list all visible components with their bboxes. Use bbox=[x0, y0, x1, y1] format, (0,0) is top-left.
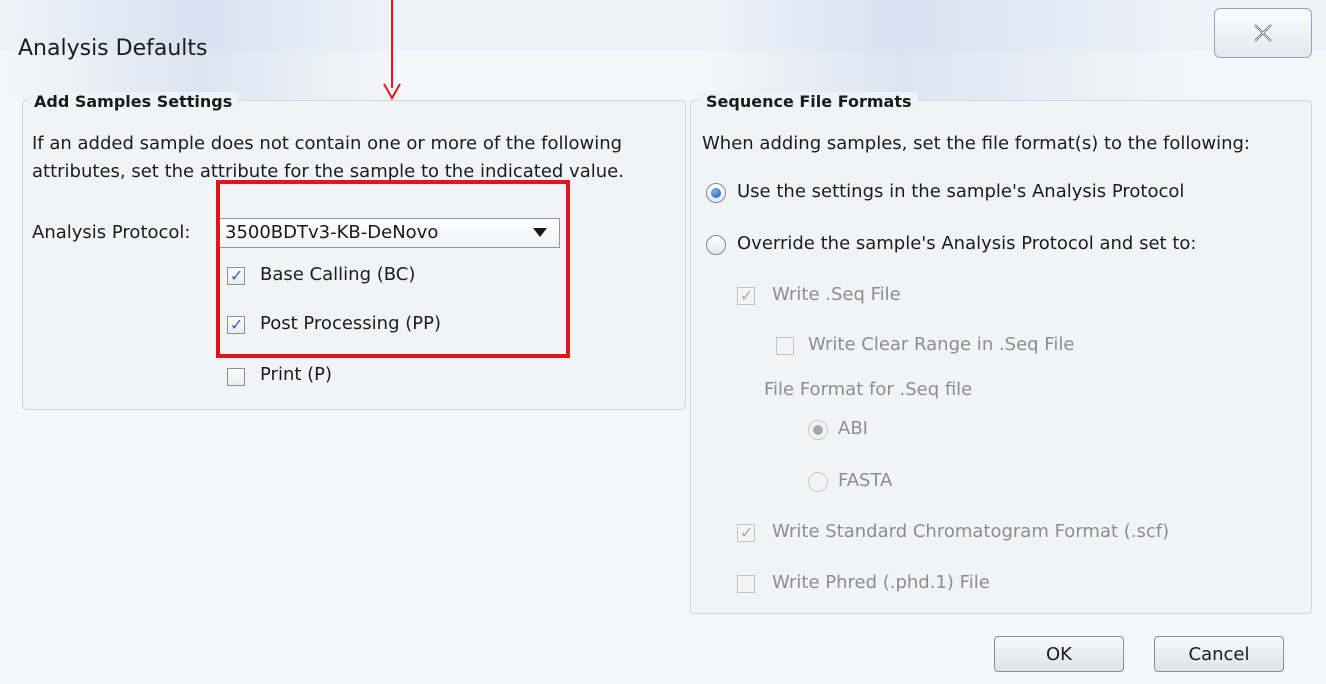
radio-selected-icon bbox=[813, 425, 823, 435]
ok-button[interactable]: OK bbox=[994, 636, 1124, 672]
fasta-radio[interactable] bbox=[808, 472, 828, 492]
write-seq-file-checkbox[interactable]: ✓ bbox=[737, 286, 755, 305]
use-protocol-settings-radio[interactable] bbox=[706, 183, 726, 203]
file-format-label: File Format for .Seq file bbox=[764, 379, 973, 400]
print-label: Print (P) bbox=[260, 364, 333, 385]
radio-selected-icon bbox=[711, 188, 721, 198]
write-phred-label: Write Phred (.phd.1) File bbox=[772, 572, 990, 593]
abi-radio[interactable] bbox=[808, 420, 828, 440]
add-samples-settings-legend: Add Samples Settings bbox=[28, 92, 239, 111]
abi-label: ABI bbox=[838, 418, 868, 439]
write-clear-range-checkbox[interactable] bbox=[776, 337, 794, 355]
write-seq-file-label: Write .Seq File bbox=[772, 284, 901, 305]
write-scf-checkbox[interactable]: ✓ bbox=[737, 523, 755, 542]
analysis-protocol-label: Analysis Protocol: bbox=[32, 222, 191, 243]
analysis-defaults-dialog: Analysis Defaults Add Samples Settings I… bbox=[0, 0, 1326, 684]
check-icon: ✓ bbox=[740, 523, 754, 542]
sequence-formats-description: When adding samples, set the file format… bbox=[702, 133, 1250, 154]
fasta-label: FASTA bbox=[838, 470, 893, 491]
window-title: Analysis Defaults bbox=[18, 36, 208, 61]
write-scf-label: Write Standard Chromatogram Format (.scf… bbox=[772, 521, 1170, 542]
add-samples-description-line1: If an added sample does not contain one … bbox=[32, 133, 623, 154]
use-protocol-settings-label: Use the settings in the sample's Analysi… bbox=[737, 181, 1185, 202]
write-clear-range-label: Write Clear Range in .Seq File bbox=[808, 334, 1075, 355]
arrow-down-icon bbox=[383, 83, 401, 100]
override-protocol-label: Override the sample's Analysis Protocol … bbox=[737, 233, 1197, 254]
close-button[interactable] bbox=[1214, 8, 1312, 58]
override-protocol-radio[interactable] bbox=[706, 235, 726, 255]
write-phred-checkbox[interactable] bbox=[737, 575, 755, 593]
add-samples-description-line2: attributes, set the attribute for the sa… bbox=[32, 161, 624, 182]
cancel-button[interactable]: Cancel bbox=[1154, 636, 1284, 672]
highlight-box bbox=[216, 180, 570, 358]
annotation-arrow-line bbox=[391, 0, 393, 88]
check-icon: ✓ bbox=[740, 286, 754, 305]
sequence-file-formats-legend: Sequence File Formats bbox=[700, 92, 918, 111]
close-icon bbox=[1254, 24, 1272, 42]
print-checkbox[interactable] bbox=[227, 368, 245, 386]
